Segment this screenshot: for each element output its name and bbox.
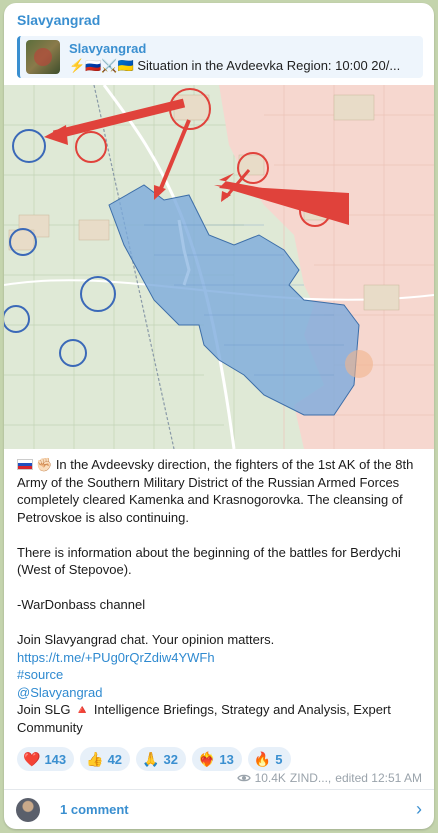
view-count: 10.4K [254,771,286,785]
body-paragraph-4: Join Slavyangrad chat. Your opinion matt… [17,632,275,647]
author-signature: ZIND..., [289,771,332,785]
russia-flag-icon [17,459,33,470]
pray-icon: 🙏 [142,750,160,767]
comments-label: 1 comment [60,802,129,817]
commenter-avatar [16,797,40,822]
reply-title: Slavyangrad [69,40,147,56]
body-paragraph-5: Join SLG 🔺 Intelligence Briefings, Strat… [17,702,391,735]
reaction-pray[interactable]: 🙏 32 [136,747,186,771]
chevron-right-icon: › [416,799,422,819]
fire-icon: 🔥 [253,750,272,767]
reply-thumbnail [26,40,60,74]
map-image[interactable] [4,85,434,449]
reaction-count: 42 [107,751,123,767]
heart-on-fire-icon: ❤️‍🔥 [197,750,216,767]
body-paragraph-2: There is information about the beginning… [17,544,401,578]
message-meta: 10.4K ZIND..., edited 12:51 AM [236,771,422,785]
edited-time: edited 12:51 AM [335,771,422,785]
body-paragraph-3: -WarDonbass channel [17,597,146,612]
reaction-count: 5 [275,751,283,767]
reaction-fire[interactable]: 🔥 5 [247,747,291,771]
thumbs-up-icon: 👍 [86,750,104,767]
reply-preview[interactable]: Slavyangrad ⚡️🇷🇺⚔️🇺🇦 Situation in the Av… [17,36,423,78]
hand-icon [345,350,373,378]
body-paragraph-1: In the Avdeevsky direction, the fighters… [17,457,414,525]
reaction-heart[interactable]: ❤️ 143 [17,747,75,771]
post-body: ✊🏻 In the Avdeevsky direction, the fight… [17,456,421,736]
chat-link[interactable]: https://t.me/+PUg0rQrZdiw4YWFh [17,650,215,665]
channel-mention[interactable]: @Slavyangrad [17,685,102,700]
source-hashtag[interactable]: #source [17,667,63,682]
reaction-count: 32 [163,751,178,767]
heart-icon: ❤️ [23,750,41,767]
reply-text: ⚡️🇷🇺⚔️🇺🇦 Situation in the Avdeevka Regio… [69,57,401,73]
reaction-count: 143 [44,751,67,767]
reaction-heart-on-fire[interactable]: ❤️‍🔥 13 [191,747,242,771]
message-bubble: Slavyangrad Slavyangrad ⚡️🇷🇺⚔️🇺🇦 Situati… [4,3,434,829]
eye-icon [236,774,251,782]
comments-button[interactable]: 1 comment › [4,790,434,829]
raised-fist-icon: ✊🏻 [36,457,53,472]
channel-name[interactable]: Slavyangrad [17,12,100,28]
reactions-bar: ❤️ 143 👍 42 🙏 32 ❤️‍🔥 13 🔥 5 [17,747,291,771]
reaction-count: 13 [219,751,234,767]
reaction-thumbs-up[interactable]: 👍 42 [80,747,131,771]
